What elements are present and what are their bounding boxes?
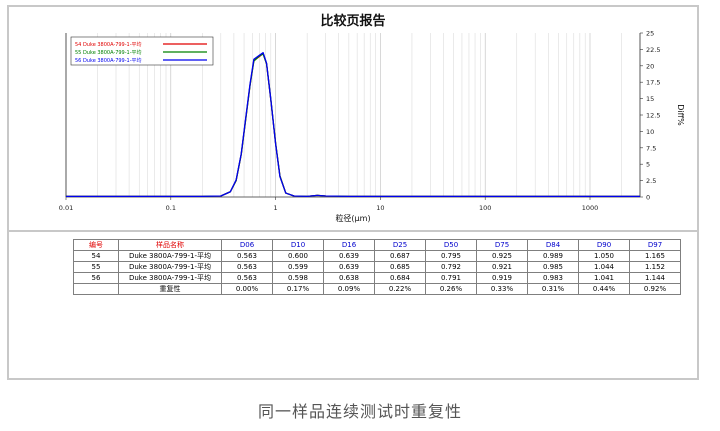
y-tick-label: 22.5 <box>646 46 660 54</box>
table-cell: 0.600 <box>272 250 324 262</box>
column-header: D50 <box>425 239 477 251</box>
table-cell: 0.17% <box>272 283 324 295</box>
table-cell: 54 <box>73 250 119 262</box>
y-tick-label: 10 <box>646 128 654 136</box>
results-table-area: 编号 样品名称 D06 D10 D16 D25 D50 D75 D84 D90 D97 54 Duke… <box>7 230 699 380</box>
column-header: 编号 <box>73 239 119 251</box>
column-header: D25 <box>374 239 426 251</box>
column-header: D06 <box>221 239 273 251</box>
table-cell: 0.33% <box>476 283 528 295</box>
table-row: 56 Duke 3800A-799-1-平均 0.563 0.598 0.638 0.68… <box>73 272 681 284</box>
table-cell: 0.92% <box>629 283 681 295</box>
legend-label-1: 55 Duke 3800A-799-1-平均 <box>75 49 142 56</box>
y-tick-label: 20 <box>646 62 654 70</box>
column-header: D97 <box>629 239 681 251</box>
chart-title: 比较页报告 <box>320 13 385 29</box>
column-header: D90 <box>578 239 630 251</box>
table-cell: 0.687 <box>374 250 426 262</box>
table-cell: 0.563 <box>221 261 273 273</box>
table-cell <box>73 283 119 295</box>
x-tick-label: 1 <box>274 204 278 212</box>
column-header: D16 <box>323 239 375 251</box>
table-cell: 0.684 <box>374 272 426 284</box>
table-cell: 1.144 <box>629 272 681 284</box>
table-cell: 0.925 <box>476 250 528 262</box>
table-cell: 0.791 <box>425 272 477 284</box>
table-header-row: 编号 样品名称 D06 D10 D16 D25 D50 D75 D84 D90 D97 <box>73 239 681 251</box>
table-cell: Duke 3800A-799-1-平均 <box>118 272 222 284</box>
table-cell: 重复性 <box>118 283 222 295</box>
table-cell: 0.00% <box>221 283 273 295</box>
legend-label-2: 56 Duke 3800A-799-1-平均 <box>75 57 142 64</box>
y-tick-label: 2.5 <box>646 177 656 185</box>
table-cell: 1.050 <box>578 250 630 262</box>
table-cell: 0.638 <box>323 272 375 284</box>
table-cell: 0.983 <box>527 272 579 284</box>
column-header: D10 <box>272 239 324 251</box>
y-tick-label: 25 <box>646 30 654 38</box>
y-tick-label: 0 <box>646 194 650 202</box>
x-tick-label: 10 <box>376 204 384 212</box>
table-cell: 0.989 <box>527 250 579 262</box>
table-cell: 0.26% <box>425 283 477 295</box>
table-cell: Duke 3800A-799-1-平均 <box>118 250 222 262</box>
table-cell: 0.44% <box>578 283 630 295</box>
table-cell: 0.563 <box>221 272 273 284</box>
table-cell: 0.31% <box>527 283 579 295</box>
table-cell: 56 <box>73 272 119 284</box>
y-axis-label: Diff% <box>676 104 685 126</box>
psd-chart: 比较页报告 0.01 0.1 1 10 100 1000 0 2.5 5 7.5 10 12.5 15 17… <box>59 13 685 223</box>
x-tick-label: 100 <box>479 204 491 212</box>
table-cell: 1.165 <box>629 250 681 262</box>
table-cell: 0.09% <box>323 283 375 295</box>
table-cell: 0.795 <box>425 250 477 262</box>
table-cell: Duke 3800A-799-1-平均 <box>118 261 222 273</box>
table-cell: 1.152 <box>629 261 681 273</box>
table-row: 55 Duke 3800A-799-1-平均 0.563 0.599 0.639 0.68… <box>73 261 681 273</box>
table-row: 54 Duke 3800A-799-1-平均 0.563 0.600 0.639 0.68… <box>73 250 681 262</box>
table-cell: 0.792 <box>425 261 477 273</box>
y-tick-label: 12.5 <box>646 112 660 120</box>
x-tick-label: 1000 <box>582 204 599 212</box>
column-header: D75 <box>476 239 528 251</box>
legend-label-0: 54 Duke 3800A-799-1-平均 <box>75 41 142 48</box>
table-cell: 0.598 <box>272 272 324 284</box>
column-header: D84 <box>527 239 579 251</box>
table-cell: 0.985 <box>527 261 579 273</box>
table-cell: 0.22% <box>374 283 426 295</box>
table-cell: 1.041 <box>578 272 630 284</box>
figure-caption: 同一样品连续测试时重复性 <box>257 402 462 421</box>
table-cell: 0.921 <box>476 261 528 273</box>
table-body: 54 Duke 3800A-799-1-平均 0.563 0.600 0.639 0.68… <box>73 250 681 295</box>
table-cell: 0.599 <box>272 261 324 273</box>
table-cell: 0.639 <box>323 261 375 273</box>
table-cell: 0.563 <box>221 250 273 262</box>
y-tick-label: 7.5 <box>646 144 656 152</box>
table-cell: 1.044 <box>578 261 630 273</box>
table-cell: 0.639 <box>323 250 375 262</box>
table-cell: 0.919 <box>476 272 528 284</box>
column-header: 样品名称 <box>118 239 222 251</box>
table-cell: 55 <box>73 261 119 273</box>
y-tick-label: 17.5 <box>646 79 660 87</box>
x-axis-label: 粒径(µm) <box>335 213 370 223</box>
table-cell: 0.685 <box>374 261 426 273</box>
x-tick-label: 0.1 <box>166 204 176 212</box>
y-tick-label: 5 <box>646 161 650 169</box>
table-row: 重复性 0.00% 0.17% 0.09% 0.22% 0.26% 0.33% 0.31% 0.… <box>73 283 681 295</box>
results-table: 编号 样品名称 D06 D10 D16 D25 D50 D75 D84 D90 D97 54 Duke… <box>73 239 681 295</box>
y-tick-label: 15 <box>646 95 654 103</box>
x-tick-label: 0.01 <box>59 204 73 212</box>
